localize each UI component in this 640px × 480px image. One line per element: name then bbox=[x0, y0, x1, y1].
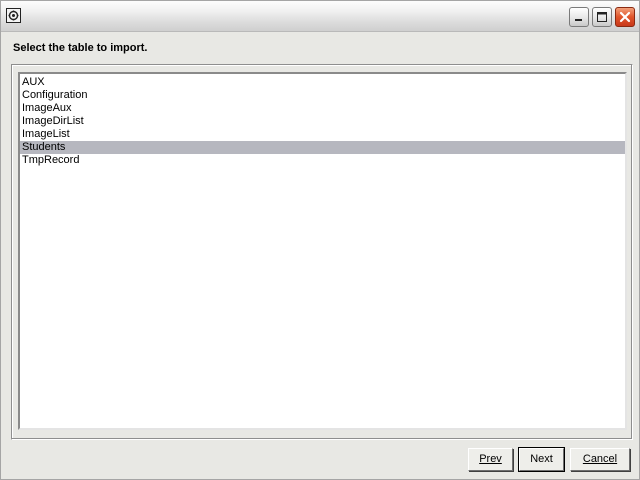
close-button[interactable] bbox=[615, 7, 635, 27]
maximize-icon bbox=[597, 12, 607, 22]
prev-button[interactable]: Prev bbox=[468, 448, 513, 471]
table-list-item[interactable]: AUX bbox=[20, 76, 625, 89]
minimize-icon bbox=[575, 19, 582, 21]
table-list-item[interactable]: Configuration bbox=[20, 89, 625, 102]
prev-button-label: Prev bbox=[479, 453, 502, 465]
table-list-item[interactable]: Students bbox=[20, 141, 625, 154]
table-list-item[interactable]: ImageDirList bbox=[20, 115, 625, 128]
table-list-item[interactable]: ImageList bbox=[20, 128, 625, 141]
cancel-button[interactable]: Cancel bbox=[570, 448, 630, 471]
table-list: AUX Configuration ImageAux ImageDirList Imag… bbox=[20, 74, 625, 167]
minimize-button[interactable] bbox=[569, 7, 589, 27]
table-list-item[interactable]: TmpRecord bbox=[20, 154, 625, 167]
next-button[interactable]: Next bbox=[518, 447, 565, 472]
table-list-item[interactable]: ImageAux bbox=[20, 102, 625, 115]
close-icon bbox=[619, 11, 631, 23]
maximize-button[interactable] bbox=[592, 7, 612, 27]
title-bar[interactable] bbox=[1, 1, 639, 32]
cancel-button-label: Cancel bbox=[582, 453, 618, 465]
table-listbox[interactable]: AUX Configuration ImageAux ImageDirList Imag… bbox=[18, 72, 627, 430]
import-wizard-window: Select the table to import. AUX Configura… bbox=[0, 0, 640, 480]
app-icon[interactable] bbox=[6, 8, 21, 23]
instruction-label: Select the table to import. bbox=[13, 42, 148, 54]
next-button-label: Next bbox=[530, 453, 553, 465]
